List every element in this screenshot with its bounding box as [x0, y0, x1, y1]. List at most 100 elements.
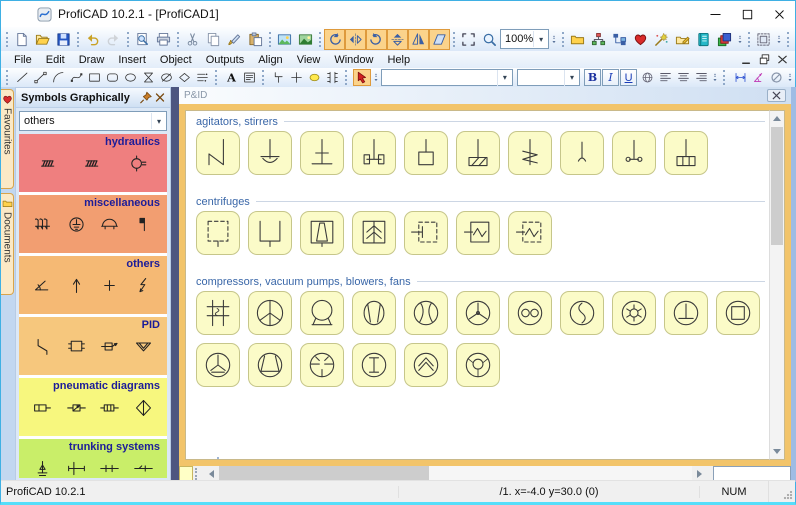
symbol-tile[interactable]	[508, 131, 552, 175]
symbol-preview[interactable]	[32, 458, 53, 478]
arc-tool[interactable]	[50, 69, 68, 86]
symbol-preview[interactable]	[32, 275, 53, 296]
symbol-preview[interactable]	[99, 397, 120, 418]
no-dimension-button[interactable]	[767, 69, 785, 86]
paste-button[interactable]	[245, 29, 266, 50]
chevron-down-icon[interactable]: ▾	[564, 69, 579, 86]
menu-item[interactable]: Edit	[39, 53, 72, 67]
toolbar-overflow-icon[interactable]	[735, 29, 745, 49]
symbol-tile[interactable]	[352, 211, 396, 255]
text-align-right-button[interactable]	[692, 69, 710, 86]
symbol-tile[interactable]	[300, 211, 344, 255]
bezier-tool[interactable]	[68, 69, 86, 86]
mdi-close-button[interactable]	[775, 53, 790, 66]
symbol-preview[interactable]	[133, 275, 154, 296]
symbol-preview[interactable]	[99, 214, 120, 235]
symbol-preview[interactable]	[66, 275, 87, 296]
flip-horizontal-button[interactable]	[345, 28, 366, 50]
zoom-combobox[interactable]: 100% ▾	[500, 29, 550, 49]
chevron-down-icon[interactable]: ▾	[151, 113, 166, 129]
insert-image-button[interactable]	[295, 29, 316, 50]
symbol-tile[interactable]	[456, 131, 500, 175]
gate-tool[interactable]	[270, 69, 288, 86]
open-button[interactable]	[32, 29, 53, 50]
symbol-tile[interactable]	[352, 291, 396, 335]
hierarchy-button[interactable]	[588, 29, 609, 50]
toolbar-overflow-icon[interactable]	[785, 68, 795, 88]
symbol-tile[interactable]	[716, 291, 760, 335]
symbol-preview[interactable]	[32, 397, 53, 418]
menu-item[interactable]: Outputs	[199, 53, 252, 67]
scroll-down-icon[interactable]	[770, 444, 784, 459]
symbol-preview[interactable]	[66, 397, 87, 418]
symbol-tile[interactable]	[456, 291, 500, 335]
font-size-combobox[interactable]: ▾	[516, 69, 581, 86]
toolbar-grip[interactable]	[787, 31, 790, 47]
format-painter-button[interactable]	[224, 29, 245, 50]
textbox-tool[interactable]	[241, 69, 259, 86]
menu-item[interactable]: Align	[251, 53, 289, 67]
hourglass-tool[interactable]	[140, 69, 158, 86]
rotate-right-button[interactable]	[366, 28, 387, 50]
toolbar-grip[interactable]	[6, 31, 8, 47]
menu-item[interactable]: File	[7, 53, 39, 67]
symbol-tile[interactable]	[300, 291, 344, 335]
bold-button[interactable]: B	[584, 69, 602, 86]
tab-favourites[interactable]: Favourites	[1, 89, 14, 189]
menu-item[interactable]: Help	[380, 53, 417, 67]
menu-item[interactable]: Window	[327, 53, 380, 67]
edit-symbol-button[interactable]	[672, 29, 693, 50]
symbol-tile[interactable]	[560, 131, 604, 175]
symbol-preview[interactable]	[133, 214, 154, 235]
symbol-tile[interactable]	[248, 131, 292, 175]
symbol-tile[interactable]	[664, 291, 708, 335]
symbol-tile[interactable]	[300, 131, 344, 175]
close-icon[interactable]	[153, 91, 167, 104]
crossed-ellipse-tool[interactable]	[158, 69, 176, 86]
line-tool[interactable]	[14, 69, 32, 86]
symbol-preview[interactable]	[133, 397, 154, 418]
tab-documents[interactable]: Documents	[1, 193, 14, 295]
symbol-preview[interactable]	[38, 153, 59, 174]
text-align-left-button[interactable]	[656, 69, 674, 86]
mdi-restore-button[interactable]	[757, 53, 772, 66]
italic-button[interactable]: I	[602, 69, 620, 86]
copy-button[interactable]	[203, 29, 224, 50]
line-style-tool[interactable]	[194, 69, 212, 86]
symbol-preview[interactable]	[66, 458, 87, 478]
label-tool[interactable]	[176, 69, 194, 86]
layers-button[interactable]	[714, 29, 735, 50]
document-close-button[interactable]	[767, 89, 786, 102]
symbol-tile[interactable]	[352, 131, 396, 175]
symbol-tile[interactable]	[508, 211, 552, 255]
window-minimize-button[interactable]	[699, 1, 731, 27]
symbol-preview[interactable]	[133, 336, 154, 357]
window-close-button[interactable]	[763, 1, 795, 27]
text-align-center-button[interactable]	[674, 69, 692, 86]
symbol-tile[interactable]	[300, 343, 344, 387]
symbol-preview[interactable]	[99, 458, 120, 478]
save-button[interactable]	[53, 29, 74, 50]
symbol-preview[interactable]	[66, 336, 87, 357]
toolbar-overflow-icon[interactable]	[710, 68, 720, 88]
toolbar-overflow-icon[interactable]	[774, 29, 784, 49]
document-title-bar[interactable]: P&ID	[179, 87, 791, 104]
vertical-scroll-thumb[interactable]	[771, 127, 783, 245]
scroll-up-icon[interactable]	[770, 111, 784, 126]
cut-button[interactable]	[182, 29, 203, 50]
symbol-tile[interactable]	[404, 211, 448, 255]
rectangle-tool[interactable]	[86, 69, 104, 86]
undo-button[interactable]	[82, 29, 103, 50]
symbol-preview[interactable]	[133, 458, 154, 478]
linear-dimension-button[interactable]	[731, 69, 749, 86]
symbol-tile[interactable]	[404, 291, 448, 335]
symbol-tile[interactable]	[456, 211, 500, 255]
symbol-tile[interactable]	[404, 131, 448, 175]
symbol-preview[interactable]	[82, 153, 103, 174]
ic-pins-tool[interactable]	[324, 69, 342, 86]
redo-button[interactable]	[103, 29, 124, 50]
category-dropdown[interactable]: others ▾	[19, 111, 167, 131]
print-preview-button[interactable]	[132, 29, 153, 50]
symbol-preview[interactable]	[99, 275, 120, 296]
symbol-preview[interactable]	[66, 214, 87, 235]
